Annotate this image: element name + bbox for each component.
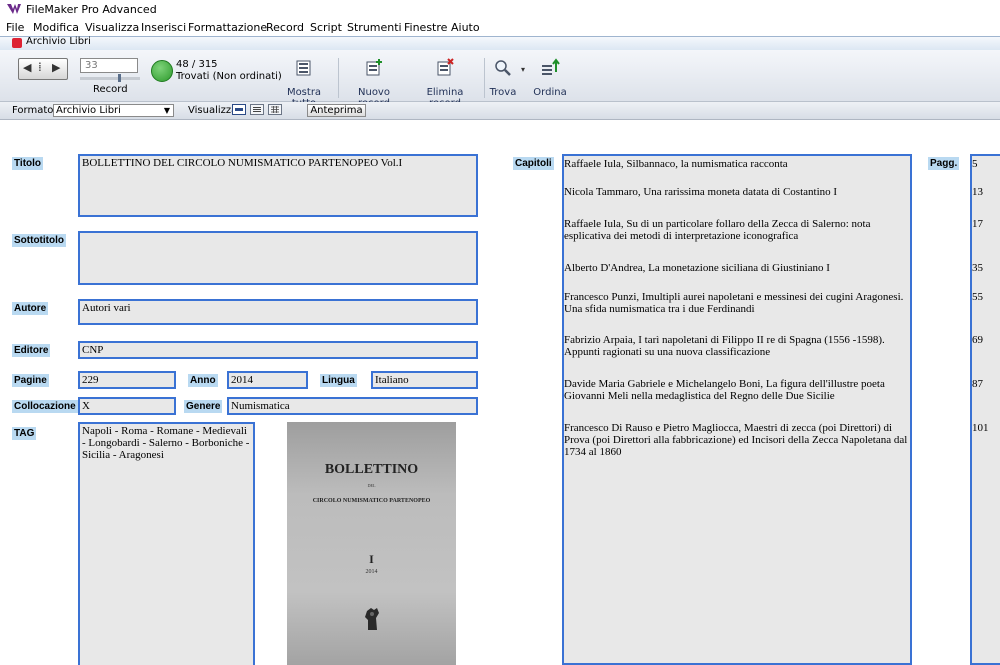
- cover-subtitle: CIRCOLO NUMISMATICO PARTENOPEO: [312, 498, 431, 504]
- book-icon: ⁞: [38, 60, 42, 74]
- chapter-row[interactable]: Raffaele Iula, Su di un particolare foll…: [564, 218, 909, 242]
- label-subtitle: Sottotitolo: [12, 234, 66, 247]
- record-slider-thumb[interactable]: [118, 74, 121, 82]
- list-view-icon: [253, 107, 261, 112]
- status-toolbar: ◀ ⁞ ▶ 33 Record 48 / 315 Trovati (Non or…: [0, 50, 1000, 109]
- view-as-list-button[interactable]: [250, 104, 264, 115]
- chapter-row[interactable]: Fabrizio Arpaia, I tarì napoletani di Fi…: [564, 334, 909, 358]
- menu-aiuto[interactable]: Aiuto: [451, 21, 480, 34]
- page-ref[interactable]: 5: [972, 158, 998, 170]
- toolbar-separator: [338, 58, 339, 98]
- preview-button[interactable]: Anteprima: [307, 104, 366, 117]
- record-slider-track[interactable]: [80, 77, 140, 80]
- menu-file[interactable]: File: [6, 21, 24, 34]
- menu-inserisci[interactable]: Inserisci: [141, 21, 186, 34]
- form-view-icon: [235, 108, 243, 111]
- page-ref[interactable]: 17: [972, 218, 998, 230]
- label-publisher: Editore: [12, 344, 51, 357]
- found-set-pie-icon: [151, 60, 173, 82]
- title-bar: FileMaker Pro Advanced: [0, 0, 1000, 19]
- label-language: Lingua: [320, 374, 357, 387]
- chapter-row[interactable]: Nicola Tammaro, Una rarissima moneta dat…: [564, 186, 909, 198]
- title-field[interactable]: BOLLETTINO DEL CIRCOLO NUMISMATICO PARTE…: [78, 154, 478, 217]
- label-page-refs: Pagg.: [928, 157, 960, 170]
- cover-image[interactable]: BOLLETTINO DEL CIRCOLO NUMISMATICO PARTE…: [287, 422, 456, 665]
- sort-icon: [540, 58, 560, 78]
- window-title: FileMaker Pro Advanced: [26, 3, 157, 16]
- record-navigation-book[interactable]: ◀ ⁞ ▶: [18, 58, 68, 80]
- show-all-icon: [294, 58, 314, 78]
- document-window-tab: Archivio Libri: [0, 36, 1000, 50]
- menu-modifica[interactable]: Modifica: [33, 21, 79, 34]
- find-button[interactable]: Trova: [486, 58, 520, 98]
- label-pages: Pagine: [12, 374, 49, 387]
- previous-record-icon[interactable]: ◀: [23, 61, 31, 74]
- menu-formattazione[interactable]: Formattazione: [188, 21, 267, 34]
- language-field[interactable]: Italiano: [371, 371, 478, 389]
- publisher-field[interactable]: CNP: [78, 341, 478, 359]
- sort-button[interactable]: Ordina: [532, 58, 568, 98]
- chapter-row[interactable]: Alberto D'Andrea, La monetazione sicilia…: [564, 262, 909, 274]
- found-status: Trovati (Non ordinati): [176, 71, 282, 82]
- table-view-icon: [271, 106, 279, 113]
- author-field[interactable]: Autori vari: [78, 299, 478, 325]
- chapter-row[interactable]: Davide Maria Gabriele e Michelangelo Bon…: [564, 378, 909, 402]
- chapter-row[interactable]: Francesco Punzi, Imultipli aurei napolet…: [564, 291, 909, 315]
- page-ref[interactable]: 35: [972, 262, 998, 274]
- cover-year: 2014: [365, 569, 378, 575]
- page-refs-portal[interactable]: [970, 154, 1000, 665]
- filemaker-app-icon: [7, 4, 21, 14]
- layout-bar: Formato: Archivio Libri ▼ Visualizza: An…: [0, 102, 1000, 120]
- cover-emblem-icon: [365, 608, 379, 630]
- page-ref[interactable]: 13: [972, 186, 998, 198]
- delete-record-icon: [435, 58, 455, 78]
- page-ref[interactable]: 69: [972, 334, 998, 346]
- menu-record[interactable]: Record: [266, 21, 304, 34]
- tags-field[interactable]: Napoli - Roma - Romane - Medievali - Lon…: [78, 422, 255, 665]
- label-chapters: Capitoli: [513, 157, 554, 170]
- layout-select-chevron-icon: ▼: [163, 106, 170, 115]
- chapter-row[interactable]: Francesco Di Rauso e Pietro Magliocca, M…: [564, 422, 909, 458]
- toolbar-separator: [484, 58, 485, 98]
- layout-select[interactable]: Archivio Libri ▼: [53, 104, 174, 117]
- view-as-form-button[interactable]: [232, 104, 246, 115]
- next-record-icon[interactable]: ▶: [52, 61, 60, 74]
- record-label: Record: [93, 84, 128, 95]
- label-title: Titolo: [12, 157, 44, 170]
- document-icon: [12, 38, 22, 48]
- label-year: Anno: [188, 374, 218, 387]
- view-as-table-button[interactable]: [268, 104, 282, 115]
- menu-script[interactable]: Script: [310, 21, 342, 34]
- page-ref[interactable]: 101: [972, 422, 998, 434]
- new-record-icon: [364, 58, 384, 78]
- find-label: Trova: [489, 87, 517, 98]
- year-field[interactable]: 2014: [227, 371, 308, 389]
- subtitle-field[interactable]: [78, 231, 478, 285]
- find-magnifier-icon: [493, 58, 513, 78]
- chapter-row[interactable]: Raffaele Iula, Silbannaco, la numismatic…: [564, 158, 909, 170]
- menu-finestre[interactable]: Finestre: [404, 21, 447, 34]
- found-count: 48 / 315: [176, 59, 218, 70]
- cover-volume: I: [369, 552, 374, 566]
- find-dropdown-chevron-icon[interactable]: ▾: [521, 65, 525, 74]
- menu-strumenti[interactable]: Strumenti: [347, 21, 402, 34]
- location-field[interactable]: X: [78, 397, 176, 415]
- format-label: Formato:: [12, 105, 57, 116]
- label-tags: TAG: [12, 427, 37, 440]
- menu-visualizza[interactable]: Visualizza: [85, 21, 139, 34]
- current-record-input[interactable]: 33: [80, 58, 138, 73]
- page-ref[interactable]: 55: [972, 291, 998, 303]
- cover-title: BOLLETTINO: [324, 462, 419, 477]
- document-title: Archivio Libri: [26, 36, 91, 47]
- sort-label: Ordina: [533, 87, 567, 98]
- label-location: Collocazione: [12, 400, 78, 413]
- label-genre: Genere: [184, 400, 223, 413]
- menu-bar: File Modifica Visualizza Inserisci Forma…: [0, 20, 1000, 36]
- cover-del: DEL: [367, 483, 376, 488]
- layout-select-value: Archivio Libri: [56, 105, 121, 116]
- page-ref[interactable]: 87: [972, 378, 998, 390]
- genre-field[interactable]: Numismatica: [227, 397, 478, 415]
- pages-field[interactable]: 229: [78, 371, 176, 389]
- label-author: Autore: [12, 302, 49, 315]
